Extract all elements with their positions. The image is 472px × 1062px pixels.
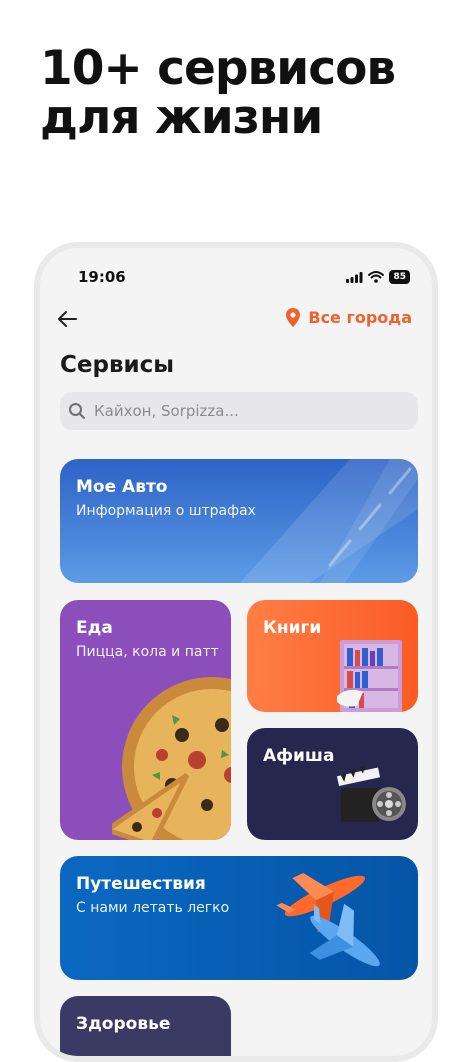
search-bar[interactable] [60,392,418,430]
service-card-travel[interactable]: Путешествия С нами летать легко [60,856,418,980]
city-label: Все города [308,308,412,327]
card-title: Мое Авто [76,477,168,497]
signal-icon [346,271,363,283]
wifi-icon [368,271,385,283]
clapperboard-icon [337,765,406,822]
road-decoration [240,459,418,583]
service-card-health[interactable]: Здоровье [60,996,231,1056]
status-time: 19:06 [78,268,126,286]
card-subtitle: Информация о штрафах [76,503,256,519]
battery-icon: 85 [389,270,410,284]
card-subtitle: С нами летать легко [76,900,230,916]
promo-line-1: 10+ сервисов [40,41,396,96]
page-title: Сервисы [60,352,175,378]
card-title: Книги [263,618,322,638]
card-title: Афиша [263,746,335,766]
promo-line-2: для жизни [40,90,323,145]
pizza-icon [112,677,231,840]
card-title: Еда [76,618,113,638]
bookshelf-icon [337,640,402,712]
service-card-auto[interactable]: Мое Авто Информация о штрафах [60,459,418,583]
service-card-books[interactable]: Книги [247,600,418,712]
airplane-icon [276,873,380,967]
search-input[interactable] [92,401,396,421]
card-subtitle: Пицца, кола и патт [76,644,219,660]
service-card-afisha[interactable]: Афиша [247,728,418,840]
city-selector[interactable]: Все города [286,308,412,327]
phone-frame: 19:06 85 Все города Сервисы Кайхон, Sorp… [34,242,438,1062]
search-icon [69,403,85,419]
back-button[interactable] [52,304,82,334]
status-icons: 85 [346,270,410,284]
phone-screen: 19:06 85 Все города Сервисы Кайхон, Sorp… [40,248,432,1056]
service-card-food[interactable]: Еда Пицца, кола и патт [60,600,231,840]
promo-title: 10+ сервисов для жизни [40,41,396,145]
card-title: Путешествия [76,874,206,894]
back-arrow-icon [58,311,77,327]
card-title: Здоровье [76,1014,171,1034]
location-pin-icon [286,308,301,327]
